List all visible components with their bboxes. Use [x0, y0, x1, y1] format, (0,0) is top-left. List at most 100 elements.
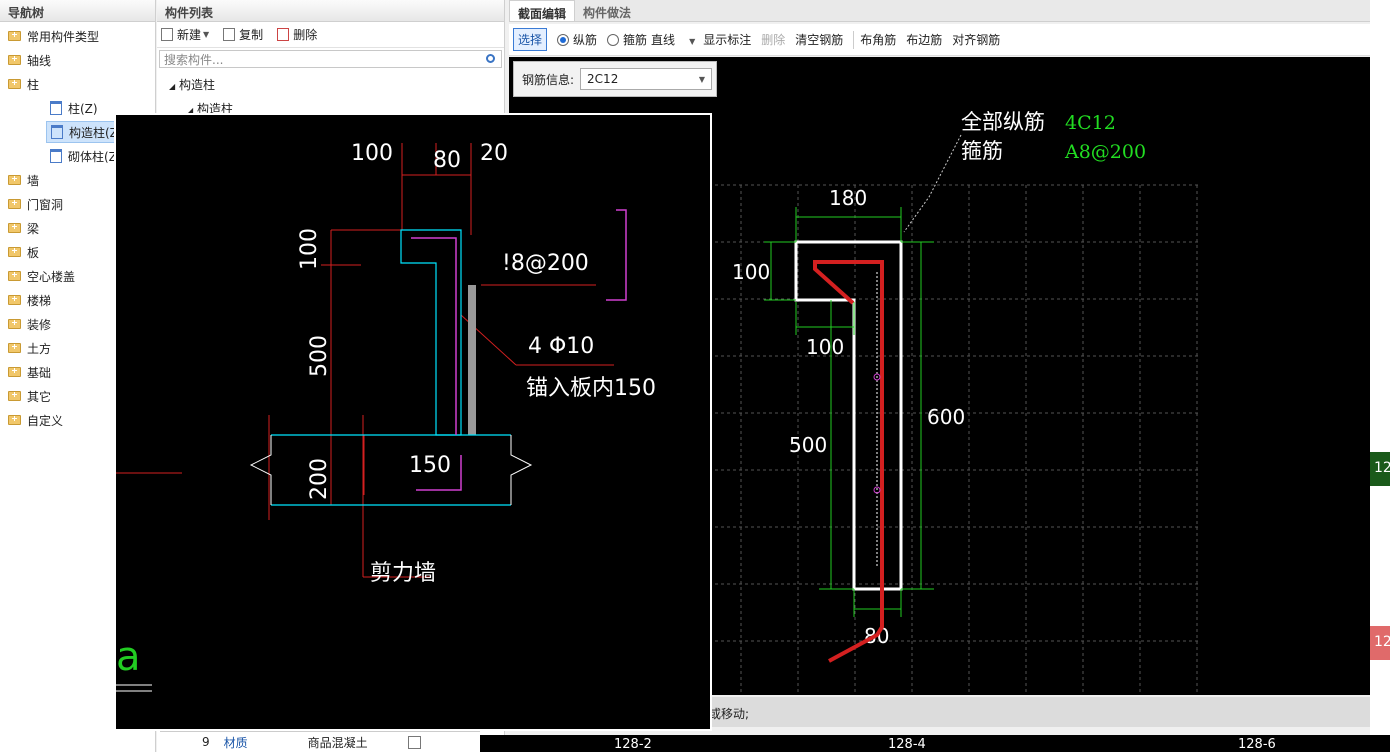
list-toolbar: 新建 ▼ 复制 删除	[157, 22, 504, 48]
clear-rebar-button[interactable]: 清空钢筋	[795, 31, 843, 48]
cad-dim-200: 200	[307, 458, 332, 500]
folder-expand-icon	[8, 271, 21, 281]
property-value: 商品混凝土	[307, 735, 368, 750]
nav-item-wall[interactable]: 墙	[8, 169, 39, 191]
nav-item-finish[interactable]: 装修	[8, 313, 51, 335]
stirrup-label: 箍筋	[961, 139, 1003, 163]
cad-detail-image: 100 80 20 !8@200 4 Φ10 锚入板内150 150 剪力墙 1…	[114, 113, 712, 731]
axis-label-3: 128-6	[1238, 737, 1276, 752]
triangle-down-icon: ◢	[169, 82, 176, 91]
nav-item-masonry-column[interactable]: 砌体柱(Z	[50, 145, 117, 167]
cad-break-left	[249, 435, 272, 505]
cad-column-outline	[400, 229, 462, 436]
right-tag-1: 12	[1370, 452, 1390, 486]
show-label-button[interactable]: 显示标注	[703, 31, 751, 48]
cad-dim-500: 500	[307, 335, 332, 377]
delete-icon	[277, 28, 290, 41]
cad-wall-strip	[468, 285, 476, 435]
axis-label-1: 128-2	[614, 737, 652, 752]
chevron-down-icon: ▼	[698, 74, 706, 84]
masonry-column-icon	[50, 149, 62, 163]
folder-expand-icon	[8, 55, 21, 65]
cad-partial-text: a	[116, 634, 141, 680]
delete-button[interactable]: 删除	[277, 26, 317, 43]
bottom-axis-bar: 128-2 128-4 128-6	[480, 735, 1390, 752]
cad-texts: 100 80 20 !8@200 4 Φ10 锚入板内150 150 剪力墙	[351, 141, 656, 586]
property-checkbox[interactable]	[407, 735, 421, 749]
nav-item-other[interactable]: 其它	[8, 385, 51, 407]
all-long-value[interactable]: 4C12	[1065, 112, 1116, 134]
cad-dim-lines	[116, 143, 614, 578]
nav-panel-title: 导航树	[0, 0, 155, 22]
dimension-lines	[764, 207, 934, 617]
nav-item-earthwork[interactable]: 土方	[8, 337, 51, 359]
new-doc-icon	[161, 28, 173, 41]
folder-expand-icon	[8, 223, 21, 233]
longitudinal-radio[interactable]: 纵筋	[557, 31, 597, 48]
new-button[interactable]: 新建 ▼	[161, 26, 209, 43]
column-icon	[50, 101, 62, 115]
list-panel-title: 构件列表	[157, 0, 504, 22]
cad-dim-100: 100	[351, 141, 393, 166]
right-panel-strip: 12 12	[1370, 0, 1390, 752]
search-input[interactable]: 搜索构件...	[159, 50, 502, 68]
line-mode-dropdown[interactable]: 直线 ▼	[651, 31, 695, 48]
nav-item-foundation[interactable]: 基础	[8, 361, 51, 383]
nav-item-door-window[interactable]: 门窗洞	[8, 193, 63, 215]
editor-tabs: 截面编辑 构件做法	[509, 0, 1390, 22]
delete-rebar-button[interactable]: 删除	[761, 31, 785, 48]
folder-expand-icon	[8, 415, 21, 425]
corner-bar-button[interactable]: 布角筋	[860, 31, 896, 48]
construct-column-icon	[51, 125, 63, 139]
copy-button[interactable]: 复制	[223, 26, 263, 43]
cad-stirrup-text: !8@200	[502, 251, 589, 276]
section-outline	[794, 240, 903, 591]
axis-label-2: 128-4	[888, 737, 926, 752]
cad-vertical-texts: 100 500 200	[297, 228, 332, 500]
dim-500[interactable]: 500	[789, 433, 827, 457]
nav-item-hollow-floor[interactable]: 空心楼盖	[8, 265, 75, 287]
copy-icon	[223, 28, 236, 41]
dim-100-bottom[interactable]: 100	[806, 335, 844, 359]
nav-item-slab[interactable]: 板	[8, 241, 39, 263]
nav-item-stairs[interactable]: 楼梯	[8, 289, 51, 311]
folder-expand-icon	[8, 343, 21, 353]
cad-dim-150: 150	[409, 453, 451, 478]
stirrup-radio[interactable]: 箍筋	[607, 31, 647, 48]
folder-expand-icon	[8, 319, 21, 329]
editor-toolbar: 选择 纵筋 箍筋 直线 ▼ 显示标注 删除 清空钢筋 布角筋 布边筋 对齐钢筋	[509, 24, 1370, 56]
cad-anchor: 锚入板内150	[526, 376, 656, 401]
nav-item-column-z[interactable]: 柱(Z)	[50, 97, 98, 119]
rebar-info-box: 钢筋信息: 2C12 ▼	[513, 61, 717, 97]
nav-item-beam[interactable]: 梁	[8, 217, 39, 239]
rebar-stirrup[interactable]	[813, 260, 884, 663]
cad-dim-20: 20	[480, 141, 508, 166]
tab-section-edit[interactable]: 截面编辑	[509, 0, 576, 21]
cad-dim-80: 80	[433, 148, 461, 173]
nav-item-common[interactable]: 常用构件类型	[8, 25, 99, 47]
nav-item-custom[interactable]: 自定义	[8, 409, 63, 431]
search-icon[interactable]	[486, 54, 495, 63]
property-index: 9	[202, 735, 210, 749]
nav-item-column[interactable]: 柱	[8, 73, 39, 95]
dim-100-left[interactable]: 100	[732, 260, 770, 284]
nav-item-axis[interactable]: 轴线	[8, 49, 51, 71]
select-button[interactable]: 选择	[513, 28, 548, 51]
right-tag-2: 12	[1370, 626, 1390, 660]
tab-component-method[interactable]: 构件做法	[575, 0, 639, 21]
nav-item-construct-column[interactable]: 构造柱(Z	[46, 121, 123, 143]
toolbar-separator	[853, 30, 855, 49]
rebar-info-select[interactable]: 2C12 ▼	[580, 68, 713, 90]
chevron-down-icon: ▼	[203, 30, 210, 39]
edge-bar-button[interactable]: 布边筋	[906, 31, 942, 48]
align-rebar-button[interactable]: 对齐钢筋	[952, 31, 1000, 48]
chevron-down-icon: ▼	[689, 37, 696, 46]
dim-180[interactable]: 180	[829, 186, 867, 210]
property-row[interactable]: 9 材质 商品混凝土	[160, 731, 480, 752]
tree-node-construct-column[interactable]: ◢ 构造柱	[169, 76, 215, 93]
grid	[709, 184, 1201, 695]
cad-detail-drawing: 100 80 20 !8@200 4 Φ10 锚入板内150 150 剪力墙 1…	[116, 141, 656, 692]
dim-600[interactable]: 600	[927, 405, 965, 429]
folder-expand-icon	[8, 31, 21, 41]
stirrup-value[interactable]: A8@200	[1064, 141, 1146, 163]
